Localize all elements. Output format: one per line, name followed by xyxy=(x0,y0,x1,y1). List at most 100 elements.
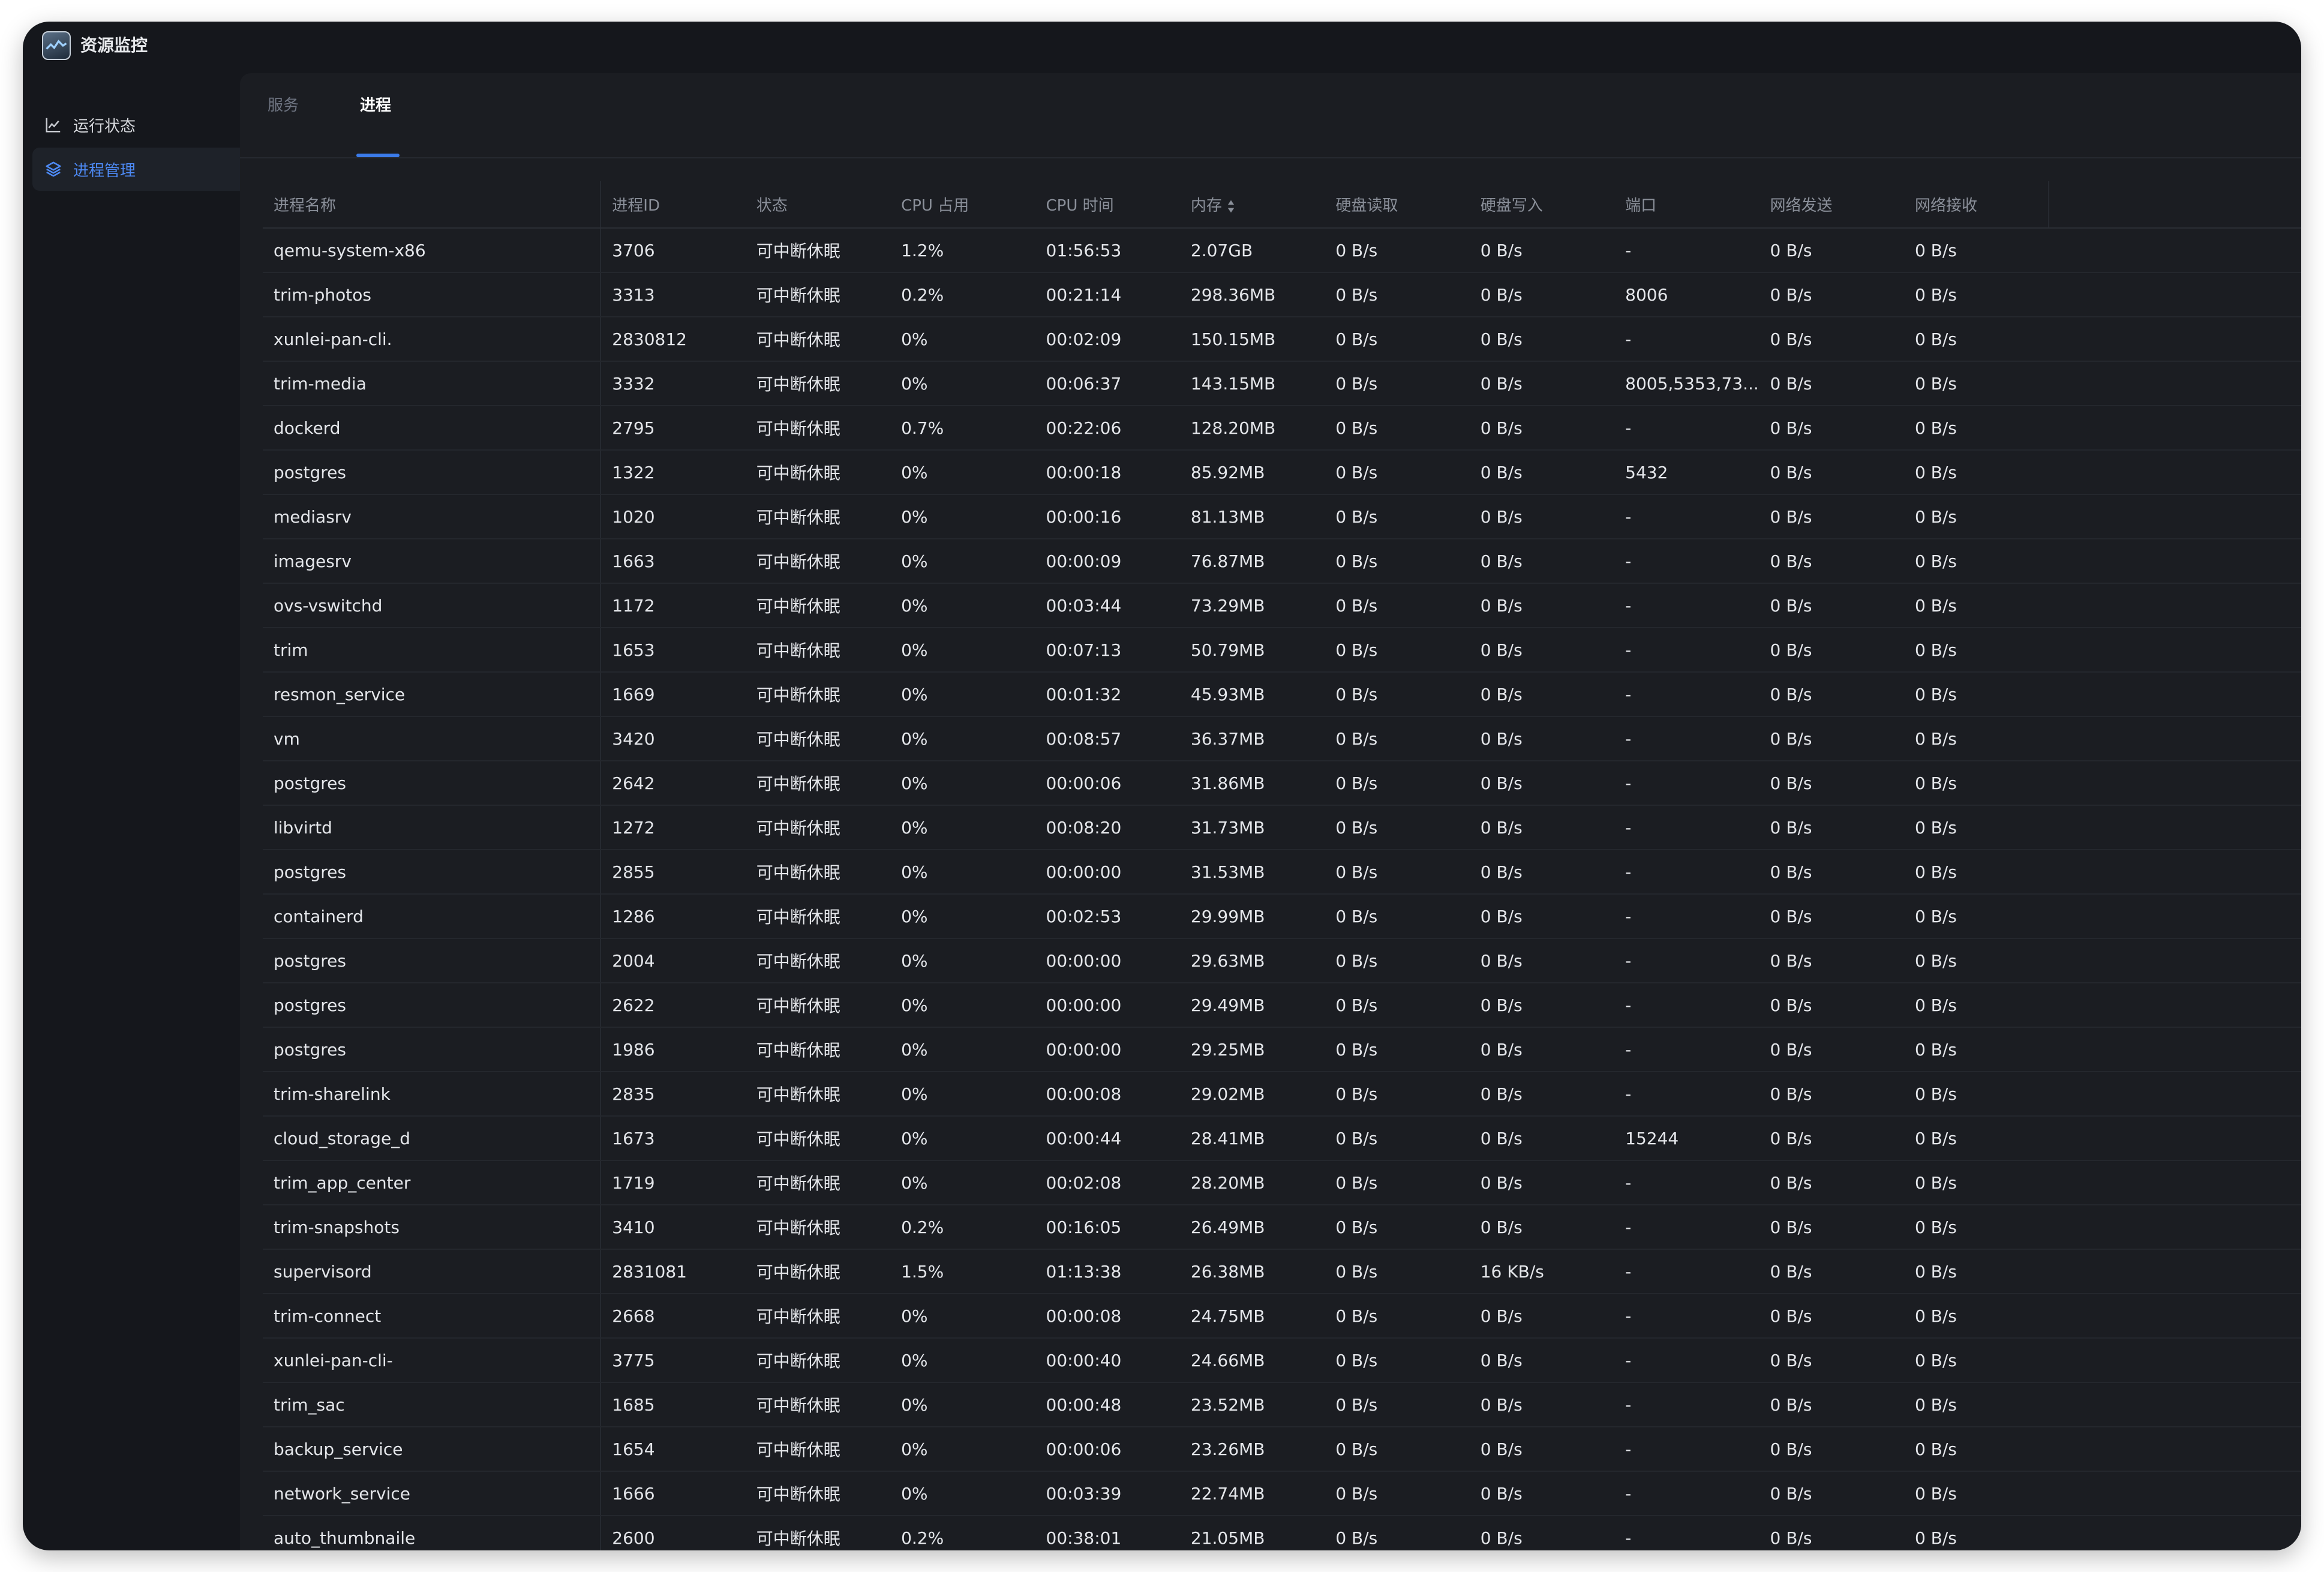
table-row[interactable]: dockerd 2795 可中断休眠 0.7% 00:22:06 128.20MB 0 B/… xyxy=(263,406,2301,451)
table-row[interactable]: postgres 1322 可中断休眠 0% 00:00:18 85.92MB 0 B/s 0… xyxy=(263,450,2301,495)
table-row[interactable]: network_service 1666 可中断休眠 0% 00:03:39 22.74M… xyxy=(263,1471,2301,1516)
row-spacer xyxy=(2049,272,2301,317)
cell-memory: 31.53MB xyxy=(1179,850,1325,895)
cell-memory: 24.75MB xyxy=(1179,1294,1325,1339)
table-row[interactable]: postgres 2622 可中断休眠 0% 00:00:00 29.49MB 0 B/s 0… xyxy=(263,983,2301,1028)
table-row[interactable]: trim-photos 3313 可中断休眠 0.2% 00:21:14 298.36MB… xyxy=(263,272,2301,317)
table-row[interactable]: xunlei-pan-cli- 3775 可中断休眠 0% 00:00:40 24.66M… xyxy=(263,1338,2301,1383)
cell-cpu-time: 00:21:14 xyxy=(1035,272,1180,317)
cell-cpu-time: 00:00:00 xyxy=(1035,983,1180,1028)
table-row[interactable]: imagesrv 1663 可中断休眠 0% 00:00:09 76.87MB 0 B/s 0… xyxy=(263,539,2301,584)
cell-state: 可中断休眠 xyxy=(745,406,891,451)
column-header-disk-write[interactable]: 硬盘写入 xyxy=(1469,181,1615,229)
cell-net-recv: 0 B/s xyxy=(1903,272,2049,317)
table-row[interactable]: resmon_service 1669 可中断休眠 0% 00:01:32 45.93MB… xyxy=(263,672,2301,717)
cell-memory: 85.92MB xyxy=(1179,450,1325,495)
table-row[interactable]: xunlei-pan-cli. 2830812 可中断休眠 0% 00:02:09 150… xyxy=(263,317,2301,362)
cell-cpu-time: 00:03:44 xyxy=(1035,583,1180,628)
cell-net-recv: 0 B/s xyxy=(1903,406,2049,451)
cell-pid: 2795 xyxy=(600,406,746,451)
sidebar-item-process-management[interactable]: 进程管理 xyxy=(32,148,251,191)
cell-memory: 29.25MB xyxy=(1179,1027,1325,1072)
table-row[interactable]: trim-media 3332 可中断休眠 0% 00:06:37 143.15MB 0 B… xyxy=(263,361,2301,406)
cell-net-recv: 0 B/s xyxy=(1903,1249,2049,1294)
cell-port: 8005,5353,73... xyxy=(1614,361,1759,406)
table-row[interactable]: backup_service 1654 可中断休眠 0% 00:00:06 23.26MB… xyxy=(263,1427,2301,1472)
table-row[interactable]: ovs-vswitchd 1172 可中断休眠 0% 00:03:44 73.29MB 0 … xyxy=(263,583,2301,628)
table-row[interactable]: mediasrv 1020 可中断休眠 0% 00:00:16 81.13MB 0 B/s 0… xyxy=(263,494,2301,539)
cell-port: 15244 xyxy=(1614,1116,1759,1161)
table-row[interactable]: auto_thumbnaile 2600 可中断休眠 0.2% 00:38:01 21.0… xyxy=(263,1516,2301,1550)
column-header-net-send[interactable]: 网络发送 xyxy=(1759,181,1904,229)
cell-disk-write: 0 B/s xyxy=(1469,1471,1615,1516)
cell-state: 可中断休眠 xyxy=(745,850,891,895)
cell-port: - xyxy=(1614,1205,1759,1250)
column-header-memory[interactable]: 内存 xyxy=(1179,181,1325,229)
cell-port: - xyxy=(1614,1516,1759,1550)
table-row[interactable]: trim-connect 2668 可中断休眠 0% 00:00:08 24.75MB 0 … xyxy=(263,1294,2301,1339)
cell-disk-write: 0 B/s xyxy=(1469,1205,1615,1250)
table-row[interactable]: trim 1653 可中断休眠 0% 00:07:13 50.79MB 0 B/s 0 B/s… xyxy=(263,628,2301,673)
cell-pid: 2831081 xyxy=(600,1249,746,1294)
sidebar-item-status[interactable]: 运行状态 xyxy=(32,103,251,146)
table-row[interactable]: containerd 1286 可中断休眠 0% 00:02:53 29.99MB 0 B/… xyxy=(263,894,2301,939)
process-table-container[interactable]: 进程名称 进程ID 状态 CPU 占用 CPU 时间 内存 硬盘读取 硬盘写入 … xyxy=(263,181,2301,1550)
cell-net-send: 0 B/s xyxy=(1759,583,1904,628)
cell-process-name: qemu-system-x86 xyxy=(263,228,602,273)
table-row[interactable]: trim_sac 1685 可中断休眠 0% 00:00:48 23.52MB 0 B/s 0… xyxy=(263,1382,2301,1427)
cell-process-name: imagesrv xyxy=(263,539,602,584)
table-row[interactable]: trim-sharelink 2835 可中断休眠 0% 00:00:08 29.02MB… xyxy=(263,1072,2301,1117)
cell-process-name: trim xyxy=(263,628,602,673)
cell-cpu-usage: 0% xyxy=(890,1427,1035,1472)
cell-cpu-time: 00:00:06 xyxy=(1035,761,1180,806)
cell-pid: 2622 xyxy=(600,983,746,1028)
cell-memory: 76.87MB xyxy=(1179,539,1325,584)
column-header-disk-read[interactable]: 硬盘读取 xyxy=(1325,181,1470,229)
cell-cpu-usage: 0% xyxy=(890,361,1035,406)
cell-cpu-usage: 0.2% xyxy=(890,1516,1035,1550)
table-row[interactable]: postgres 1986 可中断休眠 0% 00:00:00 29.25MB 0 B/s 0… xyxy=(263,1027,2301,1072)
cell-cpu-time: 00:02:53 xyxy=(1035,894,1180,939)
cell-cpu-time: 00:00:00 xyxy=(1035,938,1180,983)
cell-net-recv: 0 B/s xyxy=(1903,1338,2049,1383)
cell-cpu-time: 00:00:44 xyxy=(1035,1116,1180,1161)
cell-port: 5432 xyxy=(1614,450,1759,495)
column-header-pid[interactable]: 进程ID xyxy=(600,181,746,229)
table-row[interactable]: postgres 2642 可中断休眠 0% 00:00:06 31.86MB 0 B/s 0… xyxy=(263,761,2301,806)
cell-pid: 1272 xyxy=(600,805,746,850)
table-row[interactable]: postgres 2004 可中断休眠 0% 00:00:00 29.63MB 0 B/s 0… xyxy=(263,938,2301,983)
cell-state: 可中断休眠 xyxy=(745,361,891,406)
tab-bar: 服务 进程 xyxy=(240,73,2301,158)
cell-net-send: 0 B/s xyxy=(1759,406,1904,451)
cell-cpu-time: 00:02:08 xyxy=(1035,1160,1180,1205)
column-header-port[interactable]: 端口 xyxy=(1614,181,1759,229)
tab-processes[interactable]: 进程 xyxy=(360,92,391,119)
cell-process-name: postgres xyxy=(263,983,602,1028)
table-row[interactable]: libvirtd 1272 可中断休眠 0% 00:08:20 31.73MB 0 B/s 0… xyxy=(263,805,2301,850)
column-header-net-recv[interactable]: 网络接收 xyxy=(1903,181,2050,229)
table-row[interactable]: trim-snapshots 3410 可中断休眠 0.2% 00:16:05 26.49… xyxy=(263,1205,2301,1250)
cell-port: - xyxy=(1614,805,1759,850)
cell-net-send: 0 B/s xyxy=(1759,1338,1904,1383)
table-row[interactable]: vm 3420 可中断休眠 0% 00:08:57 36.37MB 0 B/s 0 B/s -0… xyxy=(263,716,2301,761)
column-header-state[interactable]: 状态 xyxy=(745,181,891,229)
column-header-process-name[interactable]: 进程名称 xyxy=(263,181,602,229)
cell-net-send: 0 B/s xyxy=(1759,672,1904,717)
cell-memory: 28.41MB xyxy=(1179,1116,1325,1161)
table-row[interactable]: qemu-system-x86 3706 可中断休眠 1.2% 01:56:53 2.07… xyxy=(263,228,2301,273)
column-header-cpu-time[interactable]: CPU 时间 xyxy=(1035,181,1180,229)
cell-memory: 143.15MB xyxy=(1179,361,1325,406)
table-row[interactable]: supervisord 2831081 可中断休眠 1.5% 01:13:38 26.38… xyxy=(263,1249,2301,1294)
cell-process-name: xunlei-pan-cli- xyxy=(263,1338,602,1383)
table-row[interactable]: trim_app_center 1719 可中断休眠 0% 00:02:08 28.20M… xyxy=(263,1160,2301,1205)
table-row[interactable]: postgres 2855 可中断休眠 0% 00:00:00 31.53MB 0 B/s 0… xyxy=(263,850,2301,895)
layers-icon xyxy=(46,161,61,177)
tab-services[interactable]: 服务 xyxy=(268,92,299,119)
cell-net-recv: 0 B/s xyxy=(1903,938,2049,983)
cell-process-name: trim_app_center xyxy=(263,1160,602,1205)
cell-net-recv: 0 B/s xyxy=(1903,1471,2049,1516)
cell-net-send: 0 B/s xyxy=(1759,628,1904,673)
cell-net-recv: 0 B/s xyxy=(1903,628,2049,673)
table-row[interactable]: cloud_storage_d 1673 可中断休眠 0% 00:00:44 28.41M… xyxy=(263,1116,2301,1161)
column-header-cpu-usage[interactable]: CPU 占用 xyxy=(890,181,1035,229)
